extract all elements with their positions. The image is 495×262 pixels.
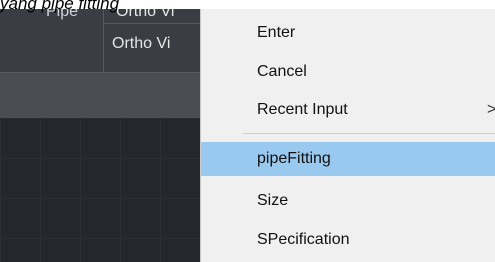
tab-separator: [103, 9, 104, 72]
tab-separator-horizontal: [103, 23, 200, 24]
menu-item-label: pipeFitting: [257, 150, 331, 167]
menu-item-enter[interactable]: Enter: [201, 16, 495, 50]
menu-item-label: Recent Input: [257, 101, 348, 118]
context-menu: Enter Cancel Recent Input > pipeFitting …: [200, 9, 495, 262]
menu-item-recent-input[interactable]: Recent Input >: [201, 93, 495, 127]
tab-ortho-view-secondary[interactable]: Ortho Vi: [112, 35, 170, 53]
model-viewport[interactable]: [0, 118, 200, 262]
menu-item-label: Size: [257, 192, 289, 209]
caption-text: yang pipe fitting: [0, 0, 120, 13]
submenu-chevron-icon: >: [487, 101, 495, 118]
menu-item-cancel[interactable]: Cancel: [201, 55, 495, 89]
menu-item-pipefitting[interactable]: pipeFitting: [201, 142, 495, 176]
menu-item-size[interactable]: Size: [201, 184, 495, 218]
tab-ortho-view[interactable]: Ortho Vi: [116, 9, 174, 21]
toolbar-band: [0, 72, 200, 119]
menu-item-label: Enter: [257, 24, 296, 41]
menu-item-label: Cancel: [257, 63, 307, 80]
menu-item-label: SPecification: [257, 231, 350, 248]
app-window-background: Pipe Ortho Vi Ortho Vi: [0, 9, 200, 262]
menu-item-specification[interactable]: SPecification: [201, 223, 495, 257]
menu-divider: [243, 133, 495, 134]
ribbon-tab-bar: Pipe Ortho Vi Ortho Vi: [0, 9, 200, 72]
